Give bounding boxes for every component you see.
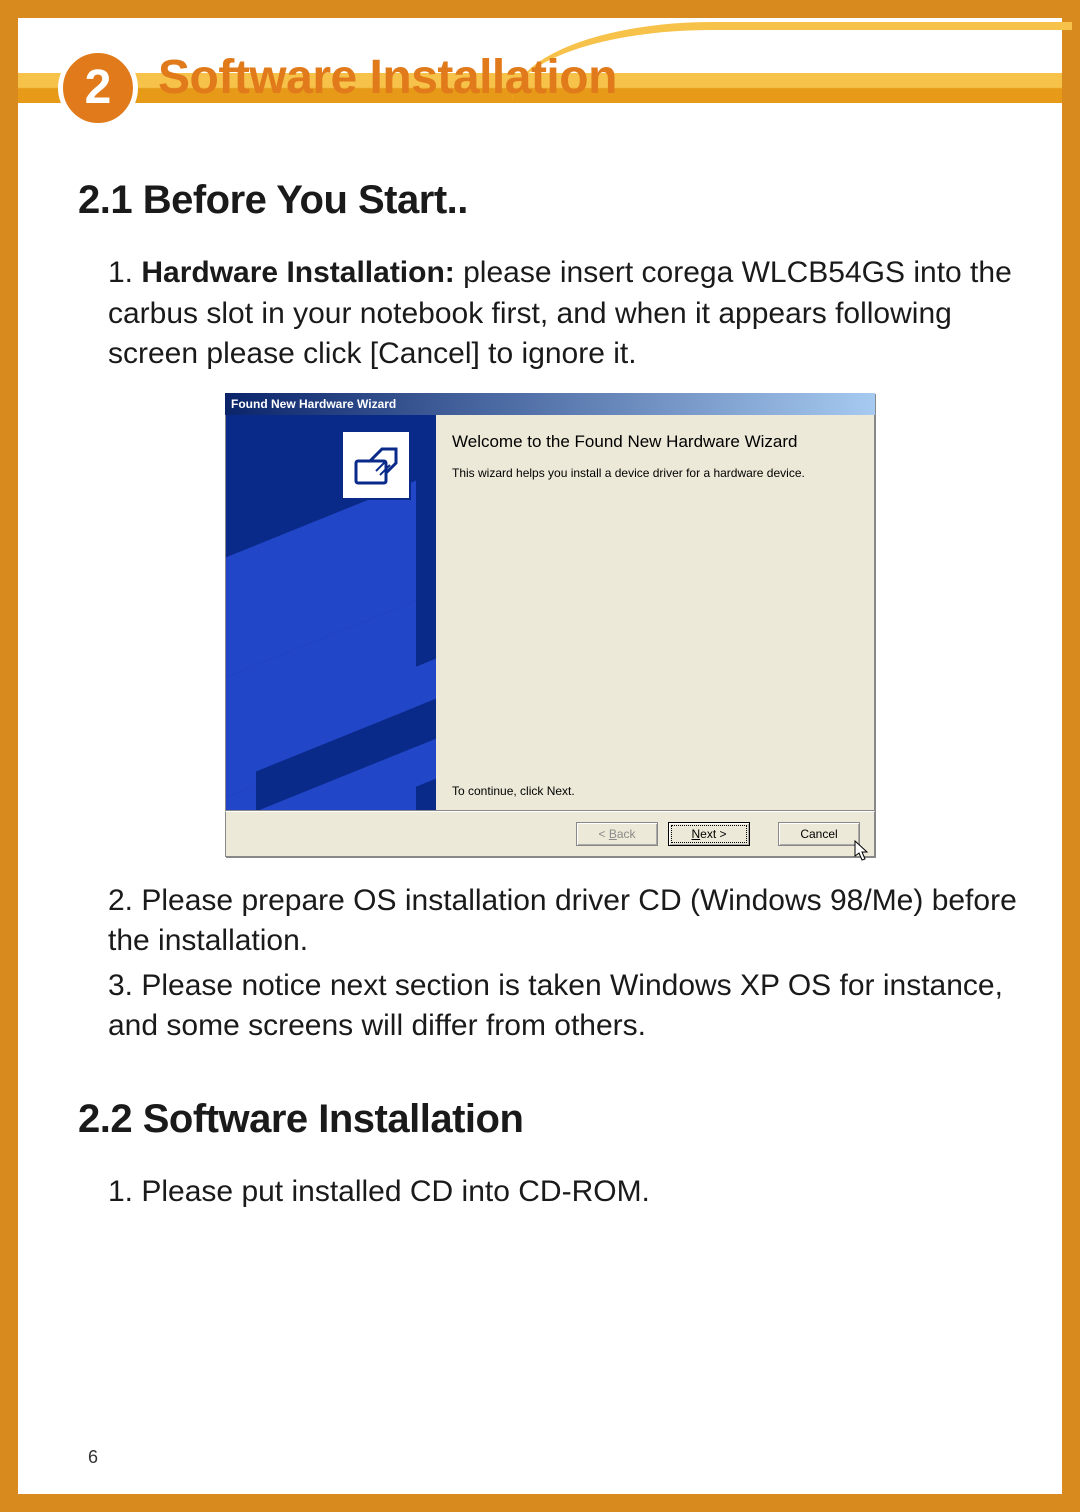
section-heading-2-1: 2.1 Before You Start..	[78, 178, 1022, 223]
list-item: 2. Please prepare OS installation driver…	[108, 881, 1022, 962]
list-item: 1. Please put installed CD into CD-ROM.	[108, 1172, 1022, 1213]
section-heading-2-2: 2.2 Software Installation	[78, 1097, 1022, 1142]
wizard-screenshot: Found New Hardware Wizard Welcome to the…	[225, 393, 875, 857]
chapter-number-badge: 2	[58, 48, 138, 128]
hardware-icon	[341, 430, 411, 500]
page-number: 6	[88, 1447, 98, 1468]
wizard-body-text: This wizard helps you install a device d…	[452, 466, 854, 482]
chapter-number: 2	[85, 64, 112, 112]
wizard-continue-text: To continue, click Next.	[452, 784, 575, 798]
chapter-title: Software Installation	[158, 50, 617, 105]
wizard-sidebar-graphic	[226, 415, 436, 810]
wizard-titlebar: Found New Hardware Wizard	[225, 393, 875, 415]
next-button[interactable]: Next >	[668, 822, 750, 846]
wizard-heading: Welcome to the Found New Hardware Wizard	[452, 431, 854, 452]
cursor-icon	[854, 840, 872, 862]
list-item: 3. Please notice next section is taken W…	[108, 966, 1022, 1047]
chapter-header: 2 Software Installation	[18, 18, 1062, 138]
back-button[interactable]: < Back	[576, 822, 658, 846]
cancel-button[interactable]: Cancel	[778, 822, 860, 846]
list-item: 1. Hardware Installation: please insert …	[108, 253, 1022, 375]
